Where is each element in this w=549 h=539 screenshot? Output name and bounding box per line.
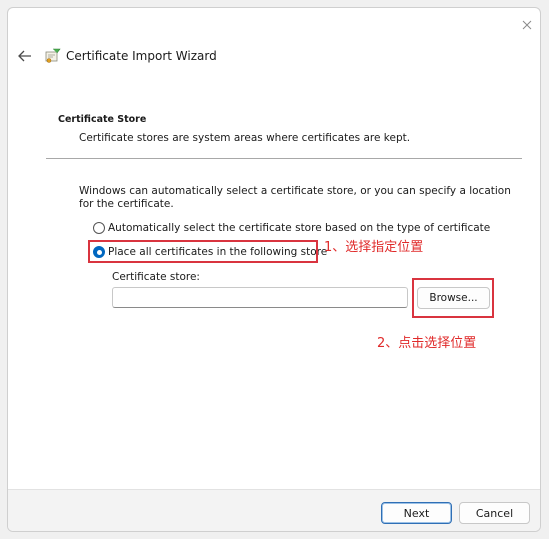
wizard-title: Certificate Import Wizard <box>66 49 217 63</box>
annotation-highlight-place <box>88 240 318 263</box>
wizard-window: Certificate Import Wizard Certificate St… <box>7 7 541 532</box>
cancel-button[interactable]: Cancel <box>459 502 530 524</box>
wizard-footer: Next Cancel <box>8 489 540 531</box>
radio-label: Automatically select the certificate sto… <box>108 222 491 234</box>
radio-auto-select[interactable]: Automatically select the certificate sto… <box>93 222 490 234</box>
header-divider <box>46 158 522 159</box>
close-icon <box>522 20 532 30</box>
intro-text: Windows can automatically select a certi… <box>79 185 511 210</box>
radio-button[interactable] <box>93 222 105 234</box>
next-button[interactable]: Next <box>381 502 452 524</box>
back-button[interactable] <box>14 46 36 66</box>
annotation-highlight-browse <box>412 278 494 318</box>
certificate-store-input[interactable] <box>112 287 408 308</box>
section-description: Certificate stores are system areas wher… <box>79 132 411 144</box>
back-arrow-icon <box>18 50 31 62</box>
section-title: Certificate Store <box>58 114 147 125</box>
certificate-store-label: Certificate store: <box>112 271 200 283</box>
certificate-icon <box>45 48 61 63</box>
close-button[interactable] <box>513 14 540 36</box>
annotation-step-2: 2、点击选择位置 <box>377 336 477 351</box>
annotation-step-1: 1、选择指定位置 <box>324 240 424 255</box>
